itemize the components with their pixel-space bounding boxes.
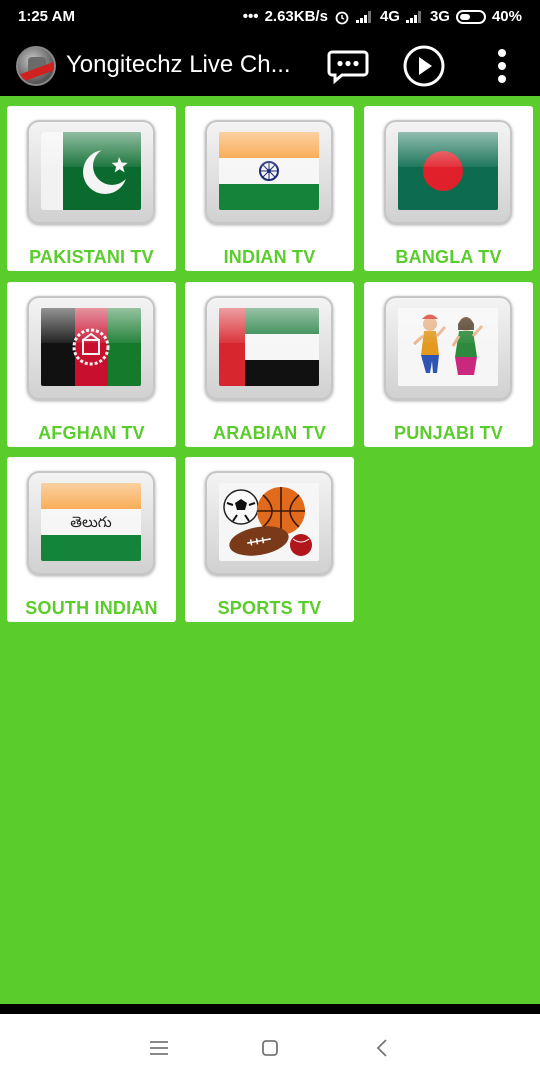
- net-type-2: 3G: [429, 8, 450, 25]
- india-flag-icon: [219, 132, 319, 210]
- pakistan-flag-icon: [41, 132, 141, 210]
- channel-label: INDIAN TV: [223, 247, 316, 267]
- app-bar: Yongitechz Live Ch...: [0, 34, 540, 96]
- channel-tile-pakistani[interactable]: PAKISTANI TV: [7, 106, 176, 271]
- dots-icon: •••: [242, 8, 259, 25]
- afghanistan-flag-icon: [41, 308, 141, 386]
- channel-tile-arabian[interactable]: ARABIAN TV: [185, 282, 354, 447]
- signal-icon: [405, 10, 424, 23]
- nav-bar: [0, 1014, 540, 1080]
- status-right: ••• 2.63KB/s 4G 3G 40%: [243, 8, 522, 25]
- channel-tile-south-indian[interactable]: తెలుగు SOUTH INDIAN: [7, 457, 176, 622]
- channel-tile-afghan[interactable]: AFGHAN TV: [7, 282, 176, 447]
- app-logo: [16, 46, 56, 86]
- bangladesh-flag-icon: [398, 132, 498, 210]
- channel-label: ARABIAN TV: [213, 423, 326, 443]
- chat-icon[interactable]: [326, 44, 370, 88]
- home-icon[interactable]: [258, 1037, 282, 1059]
- status-bar: 1:25 AM ••• 2.63KB/s 4G 3G 40%: [0, 0, 540, 34]
- signal-icon: [355, 10, 374, 23]
- punjabi-dancers-icon: [398, 308, 498, 386]
- more-vert-icon[interactable]: [480, 44, 524, 88]
- back-icon[interactable]: [371, 1037, 395, 1059]
- battery-icon: [455, 9, 486, 24]
- play-icon[interactable]: [402, 44, 446, 88]
- channel-tile-indian[interactable]: INDIAN TV: [185, 106, 354, 271]
- channel-label: SOUTH INDIAN: [25, 598, 158, 618]
- bottom-strip: [0, 1004, 540, 1014]
- battery-level: 40%: [491, 8, 522, 25]
- channel-tile-punjabi[interactable]: PUNJABI TV: [364, 282, 533, 447]
- status-time: 1:25 AM: [18, 8, 75, 25]
- app-title: Yongitechz Live Ch...: [66, 51, 291, 78]
- channel-label: SPORTS TV: [217, 598, 322, 618]
- uae-flag-icon: [219, 308, 319, 386]
- channel-label: BANGLA TV: [395, 247, 502, 267]
- channel-label: AFGHAN TV: [38, 423, 145, 443]
- menu-icon[interactable]: [147, 1037, 171, 1059]
- sports-balls-icon: [219, 483, 319, 561]
- channel-label: PUNJABI TV: [393, 423, 503, 443]
- channel-label: PAKISTANI TV: [29, 247, 154, 267]
- channel-tile-sports[interactable]: SPORTS TV: [185, 457, 354, 622]
- net-type-1: 4G: [379, 8, 400, 25]
- net-speed: 2.63KB/s: [264, 8, 328, 25]
- telugu-flag-icon: తెలుగు: [41, 483, 141, 561]
- channel-tile-bangla[interactable]: BANGLA TV: [364, 106, 533, 271]
- alarm-icon: [335, 11, 349, 24]
